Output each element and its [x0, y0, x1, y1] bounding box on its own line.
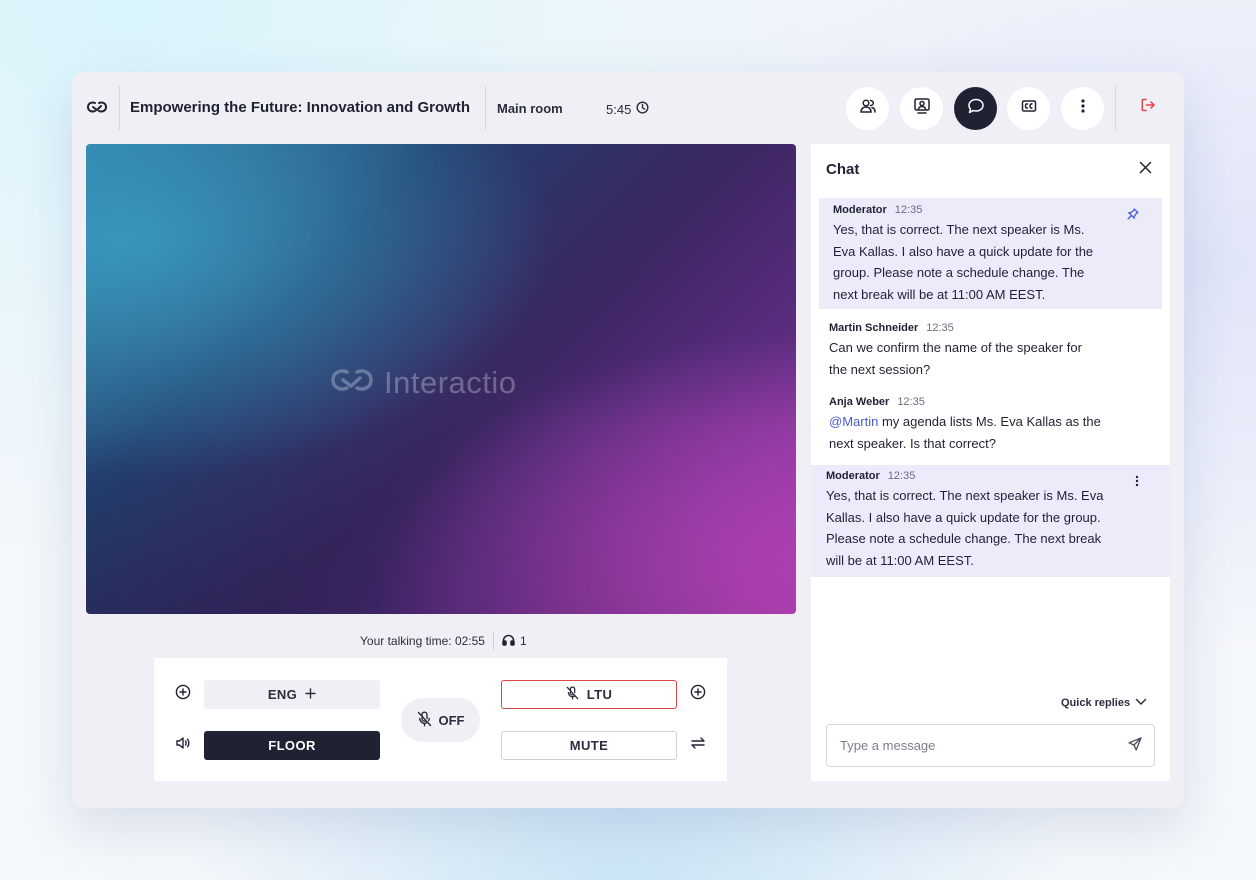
message-line: Yes, that is correct. The next speaker i…: [826, 488, 1104, 503]
add-circle-icon: [690, 684, 706, 705]
close-chat-button[interactable]: [1136, 161, 1154, 179]
mic-off-icon: [566, 686, 579, 703]
more-icon: [1074, 97, 1092, 120]
chat-title: Chat: [826, 161, 860, 178]
chat-message: Anja Weber 12:35 @Martin my agenda lists…: [829, 396, 1159, 454]
outgoing-language-label: LTU: [586, 687, 613, 702]
listeners-count: 1: [502, 634, 527, 649]
message-author: Moderator: [826, 470, 880, 482]
incoming-language-button[interactable]: ENG: [204, 680, 380, 709]
watermark-text: Interactio: [384, 364, 517, 400]
chat-toggle-button[interactable]: [954, 87, 997, 130]
listeners-value: 1: [519, 634, 527, 648]
toolbar-divider: [1115, 86, 1116, 130]
message-line: Kallas. I also have a quick update for t…: [826, 509, 1101, 525]
more-options-button[interactable]: [1061, 87, 1104, 130]
floor-button[interactable]: FLOOR: [204, 731, 380, 760]
talking-time: Your talking time: 02:55: [360, 634, 485, 648]
plus-icon: [305, 687, 316, 702]
header-divider: [485, 86, 486, 130]
message-line: Eva Kallas. I also have a quick update f…: [833, 243, 1094, 259]
clock-icon: [636, 101, 649, 117]
chat-icon: [967, 97, 985, 120]
event-title: Empowering the Future: Innovation and Gr…: [130, 99, 470, 116]
message-author: Moderator: [833, 204, 887, 216]
message-line: Can we confirm the name of the speaker f…: [829, 340, 1082, 355]
add-circle-icon: [175, 684, 191, 705]
audio-controls-panel: ENG FLOOR OFF LTU MUTE: [154, 658, 727, 781]
message-options-button[interactable]: [1130, 474, 1144, 492]
message-time: 12:35: [897, 396, 925, 408]
quick-replies-toggle[interactable]: Quick replies: [1061, 697, 1147, 709]
message-text: Yes, that is correct. The next speaker i…: [833, 219, 1148, 305]
mic-status-label: OFF: [438, 712, 465, 728]
session-timer: 5:45: [606, 101, 649, 117]
message-author: Anja Weber: [829, 396, 890, 408]
pin-icon: [1127, 207, 1139, 225]
message-line: next speaker. Is that correct?: [829, 435, 996, 451]
message-time: 12:35: [926, 322, 954, 334]
captions-button[interactable]: [1007, 87, 1050, 130]
outgoing-language-button[interactable]: LTU: [501, 680, 677, 709]
message-time: 12:35: [887, 470, 916, 482]
talking-time-bar: Your talking time: 02:55 1: [360, 632, 527, 650]
more-vertical-icon: [1131, 474, 1143, 492]
quick-replies-label: Quick replies: [1061, 697, 1131, 709]
speakers-button[interactable]: [900, 87, 943, 130]
leave-button[interactable]: [1138, 97, 1158, 117]
message-line: group. Please note a schedule change. Th…: [833, 265, 1085, 280]
logout-icon: [1140, 97, 1156, 118]
interactio-logo-icon: [330, 363, 374, 402]
add-outgoing-language-button[interactable]: [689, 684, 707, 705]
message-line: @Martin my agenda lists Ms. Eva Kallas a…: [829, 411, 1159, 433]
swap-icon: [690, 736, 706, 755]
send-icon: [1128, 736, 1142, 756]
message-line: Yes, that is correct. The next speaker i…: [833, 222, 1085, 237]
timer-value: 5:45: [606, 101, 632, 117]
volume-icon: [175, 735, 191, 756]
message-time: 12:35: [894, 204, 923, 216]
pin-button[interactable]: [1126, 207, 1140, 225]
message-input[interactable]: [826, 724, 1155, 767]
message-line: the next session?: [829, 361, 931, 377]
message-author: Martin Schneider: [829, 322, 919, 334]
message-line: next break will be at 11:00 AM EEST.: [833, 286, 1046, 302]
participants-button[interactable]: [846, 87, 889, 130]
microphone-toggle-button[interactable]: OFF: [401, 698, 480, 742]
volume-button[interactable]: [174, 736, 192, 754]
chat-panel: Chat Moderator 12:35 Yes, that is correc…: [811, 144, 1170, 781]
chat-message: Martin Schneider 12:35 Can we confirm th…: [829, 322, 1159, 380]
add-incoming-language-button[interactable]: [174, 684, 192, 705]
pinned-message: Moderator 12:35 Yes, that is correct. Th…: [819, 198, 1162, 309]
message-text: @Martin my agenda lists Ms. Eva Kallas a…: [829, 411, 1159, 454]
video-watermark: Interactio: [330, 363, 517, 402]
user-mention[interactable]: @Martin: [829, 414, 878, 429]
mic-off-icon: [417, 710, 432, 730]
chevron-down-icon: [1135, 697, 1147, 709]
swap-languages-button[interactable]: [689, 736, 707, 754]
incoming-language-label: ENG: [267, 687, 298, 702]
close-icon: [1139, 161, 1152, 179]
floor-label: FLOOR: [268, 738, 316, 753]
headphones-icon: [502, 634, 515, 649]
message-text: Can we confirm the name of the speaker f…: [829, 337, 1159, 380]
app-window: Empowering the Future: Innovation and Gr…: [72, 72, 1184, 808]
message-line: Please note a schedule change. The next …: [826, 531, 1102, 546]
highlighted-message[interactable]: Moderator 12:35 Yes, that is correct. Th…: [811, 465, 1170, 577]
message-line-text: my agenda lists Ms. Eva Kallas as the: [878, 414, 1101, 429]
mute-label: MUTE: [569, 738, 609, 753]
video-stage: Interactio: [86, 144, 796, 614]
status-divider: [492, 632, 494, 650]
mute-button[interactable]: MUTE: [501, 731, 677, 760]
header-divider: [119, 86, 120, 130]
send-message-button[interactable]: [1126, 736, 1144, 756]
message-text: Yes, that is correct. The next speaker i…: [826, 485, 1155, 571]
participants-icon: [859, 97, 877, 120]
speakers-icon: [913, 97, 931, 120]
interactio-logo-icon: [86, 98, 108, 116]
room-name: Main room: [497, 101, 563, 116]
captions-icon: [1020, 97, 1038, 120]
message-line: will be at 11:00 AM EEST.: [826, 552, 974, 568]
